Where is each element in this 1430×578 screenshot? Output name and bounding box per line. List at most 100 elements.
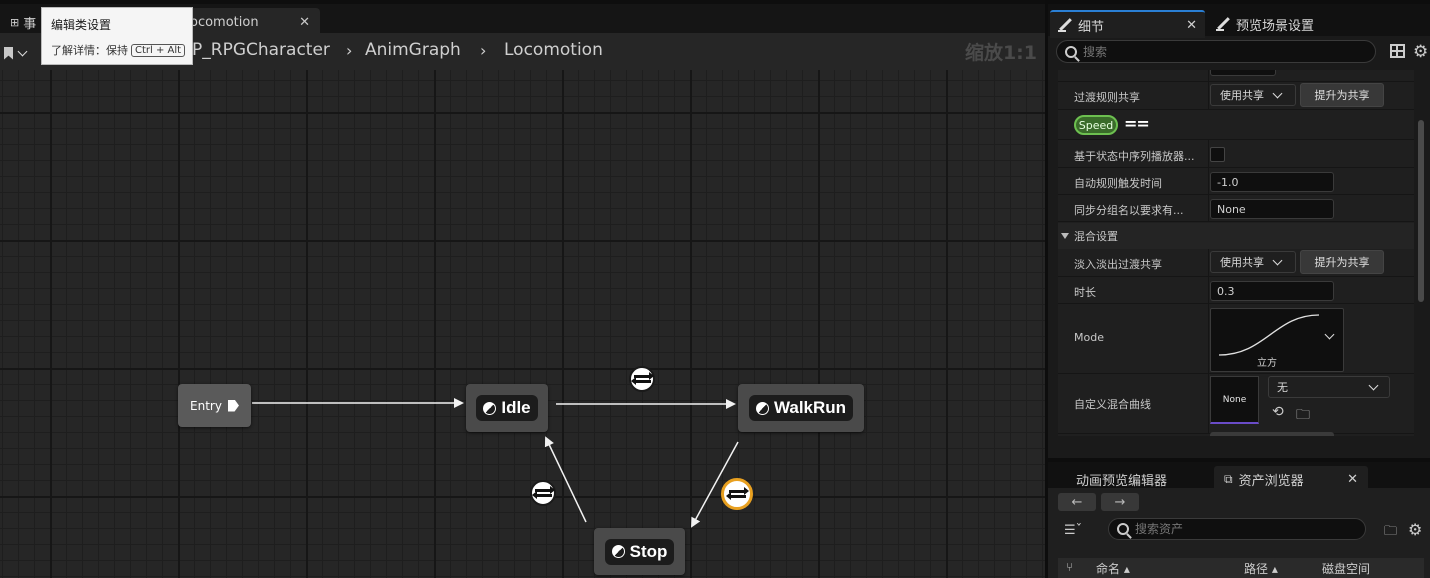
speed-variable-pill[interactable]: Speed: [1074, 115, 1118, 135]
property-row-sync-group: 同步分组名以要求有... None: [1058, 195, 1414, 222]
tab-details-label: 细节: [1078, 19, 1105, 35]
arrow-right-icon: →: [1114, 494, 1126, 510]
column-name-label: 命名: [1096, 562, 1121, 576]
column-name[interactable]: 命名 ▴: [1096, 560, 1130, 577]
blend-mode-value: 立方: [1257, 358, 1277, 369]
auto-rule-label: 自动规则触发时间: [1074, 177, 1162, 190]
tab-details[interactable]: 细节 ✕: [1050, 10, 1205, 38]
table-view-icon[interactable]: [1390, 44, 1405, 58]
close-icon[interactable]: ✕: [1347, 472, 1358, 487]
gear-icon[interactable]: ⚙: [1413, 42, 1428, 62]
close-icon[interactable]: ✕: [1186, 18, 1197, 33]
forward-button[interactable]: →: [1101, 493, 1139, 511]
details-search[interactable]: [1056, 40, 1376, 63]
transition-share-value: 使用共享: [1220, 89, 1264, 102]
breadcrumb-separator-icon: ›: [480, 41, 487, 60]
filter-icon[interactable]: ☰ˇ: [1064, 523, 1082, 538]
seq-player-checkbox[interactable]: [1210, 147, 1225, 162]
custom-curve-label: 自定义混合曲线: [1074, 398, 1151, 411]
state-icon: [755, 401, 769, 415]
breadcrumb-separator-icon: ›: [346, 41, 353, 60]
search-icon: [1065, 45, 1077, 58]
details-scrollbar[interactable]: [1418, 120, 1424, 302]
asset-search[interactable]: [1108, 518, 1366, 540]
tab-asset-browser-label: 资产浏览器: [1238, 473, 1304, 489]
duration-input[interactable]: 0.3: [1210, 281, 1334, 301]
entry-output-pin-icon[interactable]: [227, 399, 239, 412]
chevron-down-icon: [1368, 380, 1379, 390]
state-node-idle[interactable]: Idle: [466, 384, 548, 432]
cubic-curve-icon: [1218, 314, 1320, 356]
tab-anim-preview-label: 动画预览编辑器: [1076, 473, 1168, 489]
column-path[interactable]: 路径 ▴: [1244, 560, 1278, 577]
column-disk-size[interactable]: 磁盘空间: [1322, 560, 1370, 577]
transition-stop-idle-icon[interactable]: [530, 480, 556, 506]
tooltip: 编辑类设置 了解详情：保持 Ctrl + Alt: [41, 7, 193, 65]
breadcrumb-locomotion[interactable]: Locomotion: [504, 40, 603, 60]
entry-node[interactable]: Entry: [178, 384, 251, 427]
transition-share-label: 过渡规则共享: [1074, 91, 1140, 104]
transition-walkrun-stop-icon[interactable]: [721, 478, 753, 510]
state-node-stop[interactable]: Stop: [594, 528, 685, 575]
entry-node-label: Entry: [190, 398, 222, 413]
state-node-walkrun[interactable]: WalkRun: [738, 384, 864, 432]
breadcrumb-animgraph[interactable]: AnimGraph: [365, 40, 461, 60]
breadcrumb-blueprint[interactable]: P_RPGCharacter: [192, 40, 330, 60]
graph-canvas[interactable]: [0, 70, 1045, 578]
blend-mode-dropdown[interactable]: 立方: [1210, 308, 1344, 372]
state-node-idle-label: Idle: [501, 398, 531, 417]
equals-operator: ==: [1124, 114, 1150, 133]
pencil-icon: [1058, 18, 1072, 32]
section-blend-settings-label: 混合设置: [1074, 230, 1118, 243]
tooltip-description: 了解详情：保持 Ctrl + Alt: [51, 42, 186, 58]
promote-to-shared-button[interactable]: 提升为共享: [1300, 83, 1384, 107]
custom-curve-thumbnail[interactable]: None: [1210, 376, 1259, 424]
browse-asset-icon[interactable]: 🗀: [1296, 404, 1310, 428]
custom-curve-dropdown[interactable]: 无: [1268, 376, 1390, 398]
asset-column-header: ⑂ 命名 ▴ 路径 ▴ 磁盘空间: [1058, 558, 1424, 578]
state-icon: [611, 545, 625, 558]
asset-search-input[interactable]: [1135, 522, 1355, 536]
dock-tab-bar: 动画预览编辑器 ⧉ 资产浏览器 ✕: [1048, 458, 1430, 492]
use-selected-icon[interactable]: ⟲: [1272, 404, 1284, 420]
sync-group-input[interactable]: None: [1210, 199, 1334, 219]
state-node-walkrun-label: WalkRun: [773, 398, 847, 417]
property-row-mode: Mode 立方: [1058, 304, 1414, 374]
transition-idle-walkrun-icon[interactable]: [629, 366, 655, 392]
tab-preview-scene-settings[interactable]: 预览场景设置: [1208, 10, 1358, 38]
property-row-seq-player: 基于状态中序列播放器...: [1058, 140, 1414, 168]
state-node-stop-label: Stop: [629, 541, 668, 561]
custom-curve-value: 无: [1277, 381, 1288, 394]
folder-icon[interactable]: 🗀: [1384, 522, 1397, 544]
bookmark-icon: [4, 46, 13, 60]
promote-fade-to-shared-button[interactable]: 提升为共享: [1300, 250, 1384, 274]
asset-browser-body: ← → ☰ˇ 🗀 ⚙ ⑂ 命名 ▴ 路径 ▴ 磁盘空间: [1048, 488, 1430, 578]
mode-label: Mode: [1074, 331, 1104, 344]
close-icon[interactable]: ✕: [299, 15, 310, 30]
source-control-icon[interactable]: ⑂: [1066, 560, 1073, 574]
partial-combo[interactable]: [1210, 70, 1276, 76]
tab-preview-label: 预览场景设置: [1236, 18, 1315, 34]
tab-locomotion-label: ocomotion: [190, 15, 259, 30]
zoom-level: 缩放1:1: [964, 42, 1037, 64]
back-button[interactable]: ←: [1058, 493, 1096, 511]
property-row-fade-share: 淡入淡出过渡共享 使用共享 提升为共享: [1058, 249, 1414, 277]
details-search-input[interactable]: [1083, 44, 1353, 59]
asset-browser-icon: ⧉: [1224, 471, 1233, 486]
auto-rule-input[interactable]: -1.0: [1210, 172, 1334, 192]
partial-next-row: [1210, 432, 1334, 436]
search-icon: [1117, 523, 1129, 535]
fade-share-dropdown[interactable]: 使用共享: [1210, 251, 1296, 273]
gear-icon[interactable]: ⚙: [1408, 520, 1422, 539]
property-row-partial: [1058, 70, 1414, 82]
tooltip-shortcut-key: Ctrl + Alt: [131, 43, 186, 57]
bookmark-button[interactable]: [4, 42, 38, 64]
sync-group-label: 同步分组名以要求有...: [1074, 204, 1184, 217]
state-icon: [483, 401, 497, 415]
details-tab-bar: 细节 ✕ 预览场景设置: [1048, 0, 1430, 38]
section-blend-settings[interactable]: 混合设置: [1058, 223, 1414, 249]
duration-label: 时长: [1074, 286, 1096, 299]
property-list: 过渡规则共享 使用共享 提升为共享 Speed == 基于状态中序列播放器...…: [1058, 70, 1414, 436]
transition-share-dropdown[interactable]: 使用共享: [1210, 84, 1296, 106]
fade-share-value: 使用共享: [1220, 256, 1264, 269]
